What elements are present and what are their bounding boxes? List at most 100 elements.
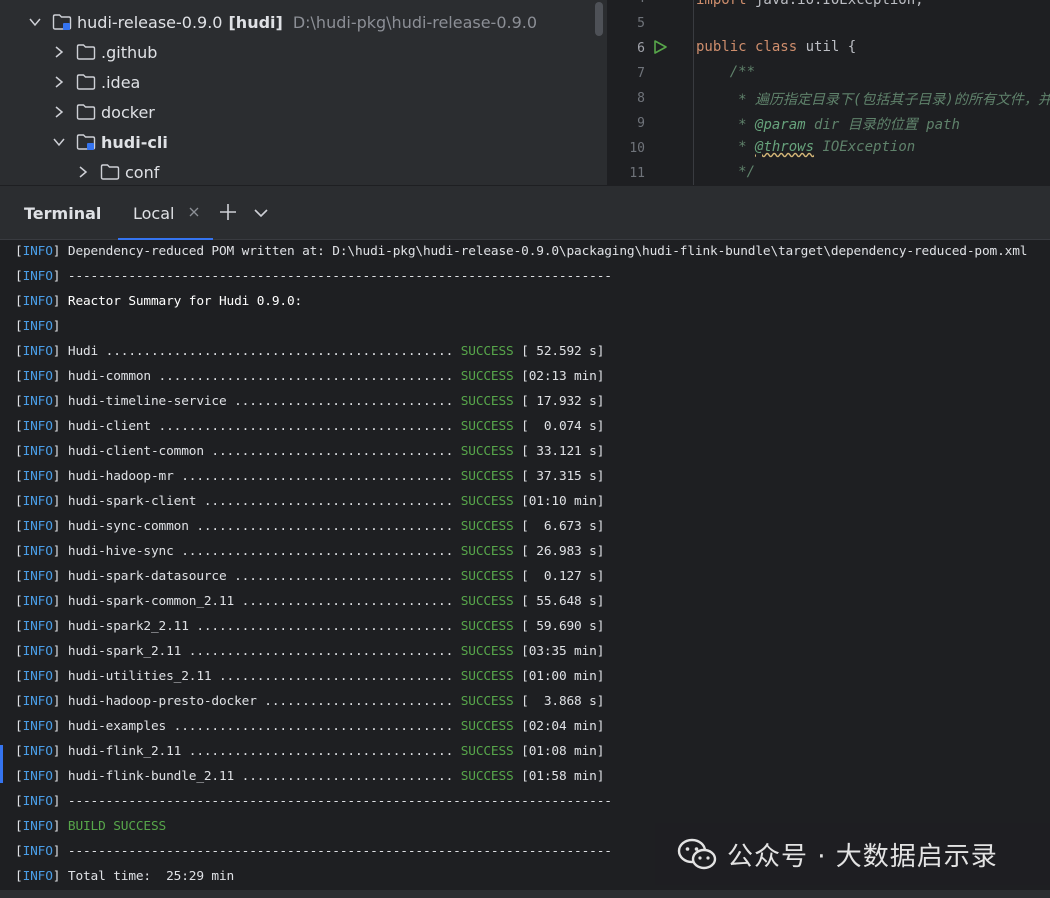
log-level: INFO: [22, 769, 53, 784]
bracket: [: [15, 419, 23, 434]
status-bar: [0, 890, 1050, 898]
wechat-icon: [677, 838, 717, 870]
tree-item-label: .github: [101, 42, 158, 62]
line-number: 6: [637, 41, 645, 56]
log-message: Hudi ...................................…: [67, 344, 461, 359]
bracket: ]: [52, 594, 68, 609]
duration: [ 55.648 s]: [521, 594, 605, 609]
bracket: [: [15, 269, 23, 284]
terminal-output[interactable]: [INFO] Dependency-reduced POM written at…: [0, 240, 1050, 890]
log-level: INFO: [22, 269, 53, 284]
bracket: ]: [52, 344, 68, 359]
log-level: INFO: [22, 719, 53, 734]
terminal-line: [INFO] Total time: 25:29 min: [15, 867, 234, 887]
terminal-line: [INFO] Dependency-reduced POM written at…: [15, 242, 1027, 262]
log-level: INFO: [22, 494, 53, 509]
duration: [01:00 min]: [521, 669, 605, 684]
tree-item-label: hudi-release-0.9.0: [77, 12, 223, 32]
bracket: ]: [52, 644, 68, 659]
terminal-line: [INFO] Reactor Summary for Hudi 0.9.0:: [15, 292, 302, 312]
bracket: ]: [52, 794, 68, 809]
terminal-line: [INFO] ---------------------------------…: [15, 792, 612, 812]
status-text: SUCCESS: [460, 769, 514, 784]
log-message: hudi-flink_2.11 ........................…: [67, 744, 461, 759]
log-level: INFO: [22, 394, 53, 409]
duration: [ 37.315 s]: [521, 469, 605, 484]
active-indicator: [0, 745, 3, 783]
bracket: [: [15, 719, 23, 734]
terminal-line: [INFO] hudi-common .....................…: [15, 367, 604, 387]
tree-item[interactable]: hudi-cli: [52, 127, 168, 157]
run-gutter-icon[interactable]: [653, 40, 667, 54]
tree-item-label: conf: [125, 162, 160, 182]
chevron-right-icon[interactable]: [52, 75, 66, 89]
tree-scrollbar[interactable]: [595, 2, 603, 36]
duration: [02:04 min]: [521, 719, 605, 734]
bracket: [: [15, 819, 23, 834]
bracket: ]: [52, 294, 68, 309]
tree-item[interactable]: docker: [52, 97, 155, 127]
log-message: hudi-flink-bundle_2.11 .................…: [67, 769, 461, 784]
log-level: INFO: [22, 344, 53, 359]
status-text: SUCCESS: [460, 444, 514, 459]
close-icon[interactable]: [188, 206, 200, 218]
tree-item[interactable]: hudi-release-0.9.0 [hudi] D:\hudi-pkg\hudi…: [28, 7, 537, 37]
terminal-scrollbar[interactable]: [1043, 240, 1050, 890]
bracket: ]: [52, 394, 68, 409]
bracket: ]: [52, 544, 68, 559]
keyword: import: [696, 0, 747, 8]
log-message: hudi-utilities_2.11 ....................…: [67, 669, 461, 684]
bracket: [: [15, 769, 23, 784]
bracket: ]: [52, 369, 68, 384]
bracket: [: [15, 444, 23, 459]
chevron-down-icon[interactable]: [52, 135, 66, 149]
chevron-right-icon[interactable]: [52, 45, 66, 59]
bracket: [: [15, 619, 23, 634]
log-level: INFO: [22, 294, 53, 309]
chevron-down-icon[interactable]: [254, 206, 268, 220]
log-message: hudi-hive-sync .........................…: [67, 544, 461, 559]
log-message: Total time: 25:29 min: [67, 869, 235, 884]
duration: [ 26.983 s]: [521, 544, 605, 559]
chevron-right-icon[interactable]: [76, 165, 90, 179]
status-text: SUCCESS: [460, 694, 514, 709]
code-editor[interactable]: 4 5 6 7 8 9 10 11 import java.io.IOException; p…: [607, 0, 1050, 185]
log-message: Reactor Summary for Hudi 0.9.0:: [67, 294, 303, 309]
add-tab-icon[interactable]: [219, 203, 237, 221]
bracket: ]: [52, 619, 68, 634]
bracket: ]: [52, 869, 68, 884]
tab-label: Local: [133, 204, 175, 223]
status-text: BUILD SUCCESS: [67, 819, 167, 834]
bracket: ]: [52, 244, 68, 259]
status-text: SUCCESS: [460, 744, 514, 759]
status-text: SUCCESS: [460, 494, 514, 509]
duration: [ 6.673 s]: [521, 519, 605, 534]
duration: [01:08 min]: [521, 744, 605, 759]
log-level: INFO: [22, 744, 53, 759]
editor-gutter: 4 5 6 7 8 9 10 11: [607, 0, 694, 185]
doc-tag: @param: [755, 117, 806, 133]
chevron-down-icon[interactable]: [28, 15, 42, 29]
bracket: [: [15, 469, 23, 484]
log-message: Dependency-reduced POM written at: D:\hu…: [67, 244, 1028, 259]
log-level: INFO: [22, 319, 53, 334]
log-level: INFO: [22, 544, 53, 559]
tab-local[interactable]: Local: [118, 186, 213, 240]
tree-item[interactable]: .idea: [52, 67, 140, 97]
status-text: SUCCESS: [460, 719, 514, 734]
log-level: INFO: [22, 669, 53, 684]
project-tree: hudi-release-0.9.0 [hudi] D:\hudi-pkg\hudi…: [0, 0, 607, 185]
bracket: ]: [52, 494, 68, 509]
terminal-line: [INFO] ---------------------------------…: [15, 267, 612, 287]
log-message: hudi-timeline-service ..................…: [67, 394, 461, 409]
tree-item[interactable]: conf: [76, 157, 159, 185]
log-message: hudi-spark-common_2.11 .................…: [67, 594, 461, 609]
bracket: [: [15, 794, 23, 809]
log-level: INFO: [22, 844, 53, 859]
terminal-line: [INFO]: [15, 317, 68, 337]
tree-item[interactable]: .github: [52, 37, 157, 67]
line-number: 8: [637, 91, 645, 106]
chevron-right-icon[interactable]: [52, 105, 66, 119]
log-level: INFO: [22, 369, 53, 384]
log-message: hudi-hadoop-presto-docker ..............…: [67, 694, 461, 709]
